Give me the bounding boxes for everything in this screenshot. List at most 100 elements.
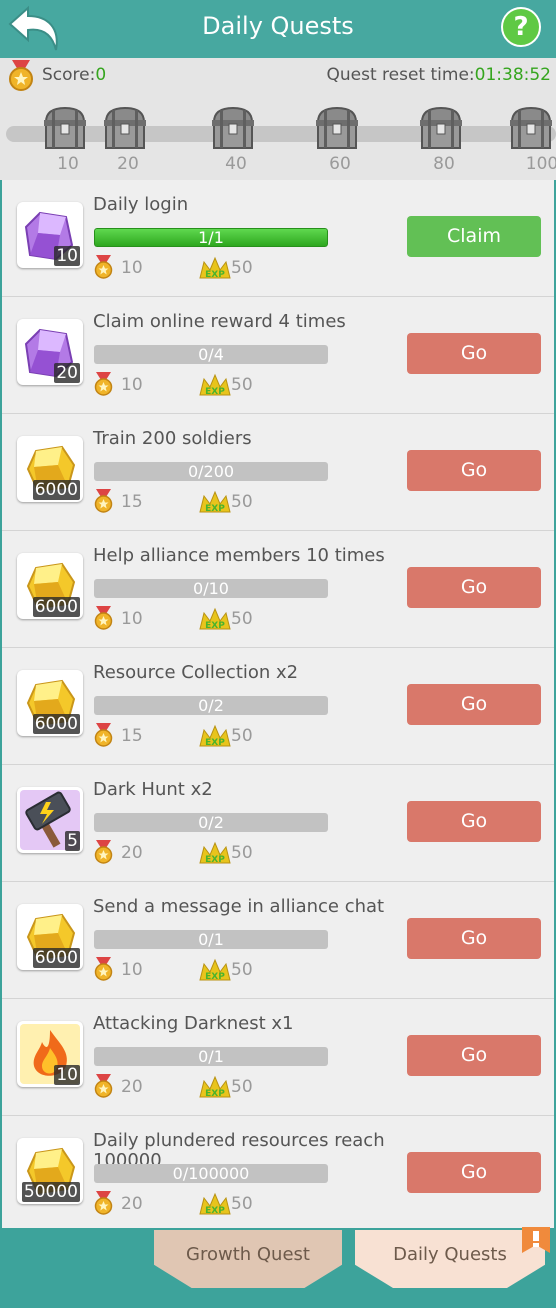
- progress-bar: 0/200: [94, 462, 328, 481]
- medal-icon: [94, 957, 113, 981]
- quest-row: 6000 Resource Collection x2 0/2 15 EXP 50 Go: [2, 648, 554, 765]
- exp-reward: 50: [231, 492, 253, 512]
- chest-icon[interactable]: [100, 104, 150, 152]
- quest-row: 10 Daily login 1/1 10 EXP 50 Claim: [2, 180, 554, 297]
- svg-text:EXP: EXP: [205, 621, 225, 631]
- bottom-tabs: Growth Quest Daily Quests: [0, 1228, 556, 1308]
- exp-crown-icon: EXP: [199, 1075, 231, 1099]
- exp-reward: 50: [231, 375, 253, 395]
- reward-item[interactable]: 6000: [17, 436, 83, 502]
- svg-text:EXP: EXP: [205, 1206, 225, 1216]
- reward-quantity: 50000: [21, 1182, 80, 1202]
- exp-reward: 50: [231, 1194, 253, 1214]
- reward-quantity: 20: [54, 363, 80, 383]
- svg-text:EXP: EXP: [205, 738, 225, 748]
- score-reward: 15: [121, 726, 143, 746]
- exp-crown-icon: EXP: [199, 256, 231, 280]
- reward-quantity: 6000: [32, 948, 80, 968]
- go-button[interactable]: Go: [407, 801, 541, 842]
- quest-row: 6000 Train 200 soldiers 0/200 15 EXP 50 Go: [2, 414, 554, 531]
- tab-daily-quests[interactable]: Daily Quests: [355, 1230, 545, 1288]
- svg-text:EXP: EXP: [205, 387, 225, 397]
- score-value: 0: [95, 65, 107, 85]
- exp-crown-icon: EXP: [199, 490, 231, 514]
- chest-icon[interactable]: [312, 104, 362, 152]
- quest-name: Attacking Darknest x1: [93, 1013, 294, 1034]
- score-reward: 10: [121, 375, 143, 395]
- reward-quantity: 10: [54, 1065, 80, 1085]
- chest-icon[interactable]: [208, 104, 258, 152]
- reward-item[interactable]: 6000: [17, 670, 83, 736]
- exp-reward: 50: [231, 609, 253, 629]
- score-bar: Score:0 Quest reset time:01:38:52 10 20 40…: [0, 58, 556, 180]
- reset-time: 01:38:52: [474, 65, 551, 85]
- exp-reward: 50: [231, 258, 253, 278]
- exp-reward: 50: [231, 1077, 253, 1097]
- svg-text:EXP: EXP: [205, 855, 225, 865]
- svg-text:EXP: EXP: [205, 504, 225, 514]
- go-button[interactable]: Go: [407, 684, 541, 725]
- tab-growth-quest[interactable]: Growth Quest: [154, 1230, 342, 1288]
- milestone-value: 10: [57, 154, 79, 174]
- progress-text: 0/200: [187, 462, 235, 481]
- milestone-value: 100: [525, 154, 556, 174]
- progress-bar: 0/4: [94, 345, 328, 364]
- quest-name: Help alliance members 10 times: [93, 545, 385, 566]
- score-reward: 10: [121, 258, 143, 278]
- exp-crown-icon: EXP: [199, 724, 231, 748]
- score-reward: 20: [121, 1194, 143, 1214]
- quest-name: Resource Collection x2: [93, 662, 299, 683]
- exp-crown-icon: EXP: [199, 1192, 231, 1216]
- milestone-value: 60: [329, 154, 351, 174]
- reward-item[interactable]: 10: [17, 202, 83, 268]
- chest-icon[interactable]: [506, 104, 556, 152]
- reward-item[interactable]: 50000: [17, 1138, 83, 1204]
- medal-icon: [9, 60, 33, 91]
- medal-icon: [94, 1191, 113, 1215]
- exp-crown-icon: EXP: [199, 958, 231, 982]
- reward-item[interactable]: 5: [17, 787, 83, 853]
- reward-item[interactable]: 20: [17, 319, 83, 385]
- chest-icon[interactable]: [40, 104, 90, 152]
- svg-text:EXP: EXP: [205, 972, 225, 982]
- score-reward: 15: [121, 492, 143, 512]
- go-button[interactable]: Go: [407, 1152, 541, 1193]
- progress-bar: 0/1: [94, 1047, 328, 1066]
- score-reward: 20: [121, 843, 143, 863]
- exp-reward: 50: [231, 960, 253, 980]
- progress-bar: 0/10: [94, 579, 328, 598]
- page-title: Daily Quests: [202, 12, 354, 40]
- reward-item[interactable]: 6000: [17, 553, 83, 619]
- milestone-value: 20: [117, 154, 139, 174]
- quest-row: 50000 Daily plundered resources reach 100…: [2, 1116, 554, 1233]
- reward-item[interactable]: 10: [17, 1021, 83, 1087]
- go-button[interactable]: Go: [407, 567, 541, 608]
- medal-icon: [94, 840, 113, 864]
- help-button[interactable]: ?: [501, 7, 541, 47]
- quest-name: Claim online reward 4 times: [93, 311, 346, 332]
- chest-icon[interactable]: [416, 104, 466, 152]
- progress-bar: 0/1: [94, 930, 328, 949]
- go-button[interactable]: Go: [407, 450, 541, 491]
- score-label: Score:: [42, 65, 96, 85]
- progress-text: 1/1: [198, 228, 224, 247]
- alert-flag-icon: [522, 1227, 550, 1253]
- milestone-value: 40: [225, 154, 247, 174]
- score-display: Score:0: [42, 65, 106, 85]
- reward-quantity: 6000: [32, 597, 80, 617]
- progress-bar: 0/100000: [94, 1164, 328, 1183]
- go-button[interactable]: Go: [407, 918, 541, 959]
- medal-icon: [94, 723, 113, 747]
- reset-label: Quest reset time:: [326, 65, 475, 85]
- exp-crown-icon: EXP: [199, 841, 231, 865]
- go-button[interactable]: Go: [407, 333, 541, 374]
- quest-row: 6000 Help alliance members 10 times 0/10 10…: [2, 531, 554, 648]
- go-button[interactable]: Go: [407, 1035, 541, 1076]
- medal-icon: [94, 1074, 113, 1098]
- claim-button[interactable]: Claim: [407, 216, 541, 257]
- exp-crown-icon: EXP: [199, 607, 231, 631]
- reward-item[interactable]: 6000: [17, 904, 83, 970]
- score-reward: 10: [121, 960, 143, 980]
- progress-text: 0/2: [198, 696, 224, 715]
- exp-crown-icon: EXP: [199, 373, 231, 397]
